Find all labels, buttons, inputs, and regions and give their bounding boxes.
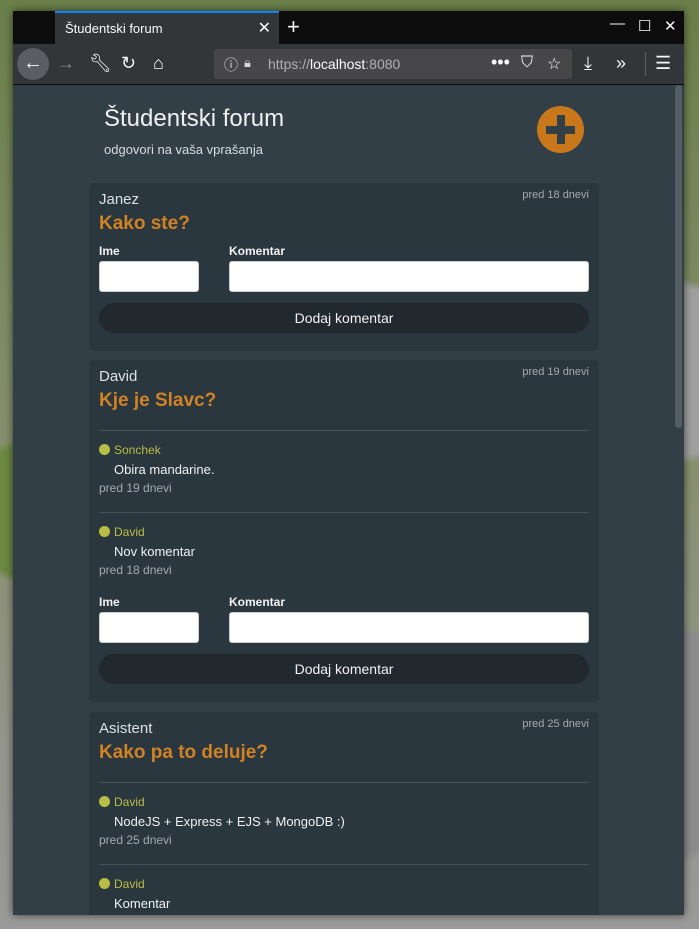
post-card: David pred 19 dnevi Kje je Slavc? Sonche… [89, 360, 599, 702]
post-author: Janez [99, 191, 140, 208]
comment-label: Komentar [229, 595, 286, 609]
menu-icon[interactable]: ☰ [655, 53, 671, 74]
name-input[interactable] [99, 612, 199, 643]
maximize-icon[interactable]: ☐ [638, 17, 651, 35]
comment-input[interactable] [229, 612, 589, 643]
close-window-icon[interactable]: ✕ [664, 17, 677, 35]
page-viewport: Študentski forum odgovori na vaša vpraša… [13, 85, 684, 915]
comment-author: David [99, 795, 145, 809]
name-label: Ime [99, 244, 120, 258]
name-label: Ime [99, 595, 120, 609]
add-comment-button[interactable]: Dodaj komentar [99, 303, 589, 333]
browser-window: Študentski forum ✕ + — ☐ ✕ ← → 🔧︎ ↻ ⌂ ⓘ … [13, 11, 684, 915]
post-question: Kako pa to deluje? [99, 742, 268, 763]
user-icon [99, 796, 110, 807]
post-time: pred 19 dnevi [522, 366, 589, 378]
wrench-icon[interactable]: 🔧︎ [89, 53, 112, 74]
post-author: Asistent [99, 720, 153, 737]
back-icon[interactable]: ← [17, 48, 49, 80]
post-question: Kako ste? [99, 213, 190, 234]
comment-text: NodeJS + Express + EJS + MongoDB :) [114, 814, 345, 829]
add-comment-button[interactable]: Dodaj komentar [99, 654, 589, 684]
post-card: Asistent pred 25 dnevi Kako pa to deluje… [89, 712, 599, 915]
comment-time: pred 25 dnevi [99, 833, 172, 847]
forward-icon[interactable]: → [57, 53, 75, 74]
close-tab-icon[interactable]: ✕ [258, 18, 271, 38]
comment-time: pred 18 dnevi [99, 563, 172, 577]
name-input[interactable] [99, 261, 199, 292]
comment-text: Obira mandarine. [114, 462, 215, 477]
comment-text: Nov komentar [114, 544, 195, 559]
user-icon [99, 878, 110, 889]
divider [99, 782, 589, 783]
comment-text: Komentar [114, 896, 171, 911]
tab-title: Študentski forum [65, 21, 163, 36]
browser-tab[interactable]: Študentski forum ✕ [55, 11, 279, 44]
comment-author: Sonchek [99, 443, 161, 457]
download-icon[interactable]: ⤓ [584, 53, 592, 74]
more-actions-icon[interactable]: ••• [491, 52, 510, 73]
user-icon [99, 444, 110, 455]
navigation-bar: ← → 🔧︎ ↻ ⌂ ⓘ 🔒︎ https://localhost:8080 •… [13, 44, 684, 85]
url-bar[interactable]: ⓘ 🔒︎ https://localhost:8080 ••• ⛉ ☆ [214, 49, 572, 79]
add-question-button[interactable] [537, 106, 584, 153]
divider [99, 430, 589, 431]
post-question: Kje je Slavc? [99, 390, 217, 411]
page-header: Študentski forum odgovori na vaša vpraša… [104, 105, 284, 157]
home-icon[interactable]: ⌂ [153, 53, 164, 74]
overflow-icon[interactable]: » [616, 53, 626, 74]
post-author: David [99, 368, 138, 385]
tab-bar: Študentski forum ✕ + — ☐ ✕ [13, 11, 684, 44]
bookmark-star-icon[interactable]: ☆ [547, 54, 561, 74]
user-icon [99, 526, 110, 537]
page-title: Študentski forum [104, 105, 285, 132]
toolbar-separator [645, 52, 646, 76]
divider [99, 512, 589, 513]
post-time: pred 18 dnevi [522, 189, 589, 201]
comment-author: David [99, 877, 145, 891]
scrollbar[interactable] [675, 85, 682, 428]
comment-label: Komentar [229, 244, 286, 258]
post-time: pred 25 dnevi [522, 718, 589, 730]
post-card: Janez pred 18 dnevi Kako ste? Ime Koment… [89, 183, 599, 351]
url-text[interactable]: https://localhost:8080 [268, 56, 400, 72]
divider [99, 864, 589, 865]
comment-author: David [99, 525, 145, 539]
page-subtitle: odgovori na vaša vprašanja [104, 142, 263, 157]
comment-time: pred 19 dnevi [99, 481, 172, 495]
lock-warning-icon[interactable]: 🔒︎ [244, 55, 251, 71]
info-icon[interactable]: ⓘ [224, 55, 238, 75]
reload-icon[interactable]: ↻ [121, 53, 136, 74]
comment-input[interactable] [229, 261, 589, 292]
pocket-icon[interactable]: ⛉ [521, 54, 533, 72]
new-tab-icon[interactable]: + [287, 14, 300, 40]
minimize-icon[interactable]: — [610, 15, 625, 32]
